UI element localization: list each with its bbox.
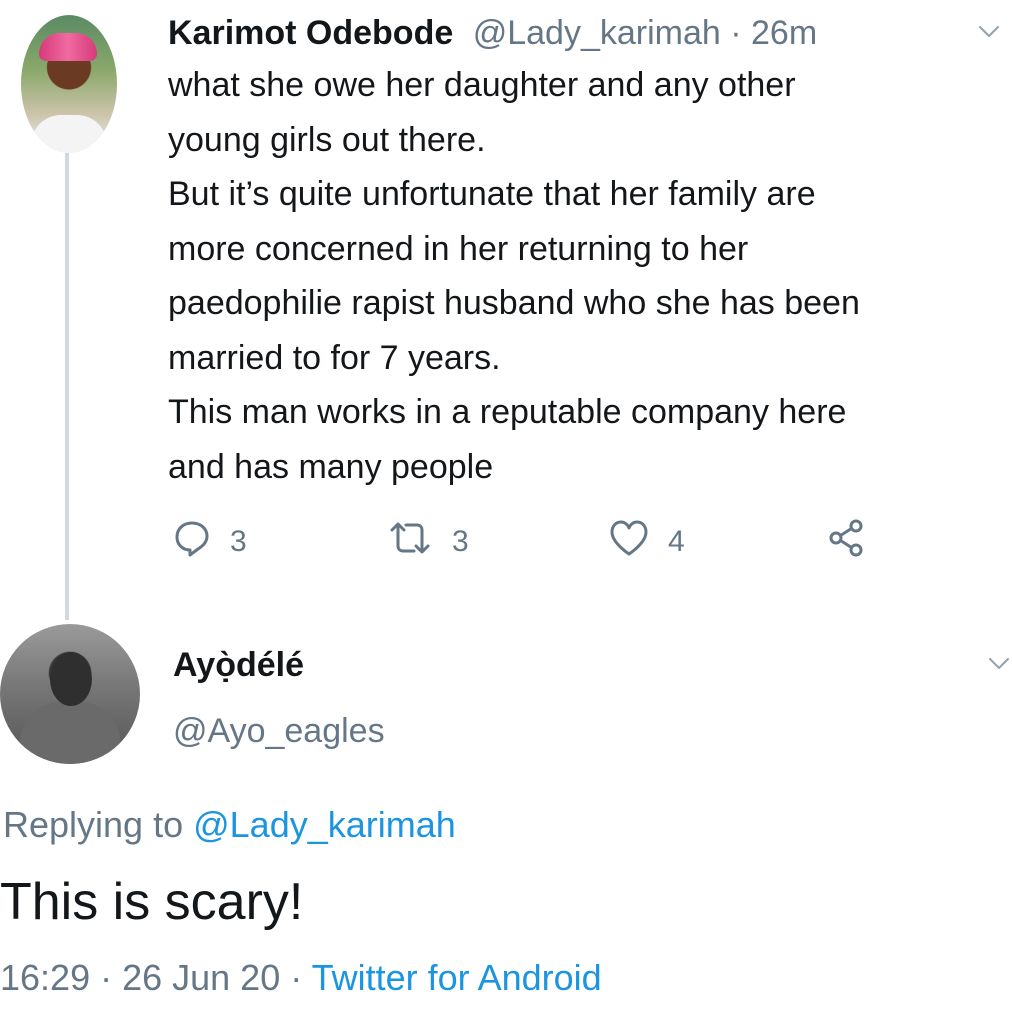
retweet-icon <box>386 518 434 566</box>
body-decoration <box>20 702 120 764</box>
chevron-down-icon[interactable] <box>988 652 1010 674</box>
share-icon <box>826 517 868 567</box>
tweet-line: what she owe her daughter and any other <box>168 66 796 104</box>
author-handle[interactable]: @Lady_karimah <box>473 14 721 52</box>
tweet-line: This man works in a reputable company he… <box>168 393 847 431</box>
tweet-line: young girls out there. <box>168 120 486 159</box>
like-count: 4 <box>668 525 685 558</box>
reply-icon <box>172 518 212 566</box>
tweet-meta: 16:29 · 26 Jun 20 · Twitter for Android <box>0 950 602 1006</box>
tweet-body: what she owe her daughter and any other … <box>168 58 1012 494</box>
tweet-line: married to for 7 years. <box>168 338 501 377</box>
tweet-line: more concerned in her returning to her <box>168 229 749 268</box>
timestamp[interactable]: 16:29 · 26 Jun 20 · <box>0 957 312 998</box>
replying-prefix: Replying to <box>3 804 194 845</box>
retweet-button[interactable]: 3 <box>386 518 469 566</box>
tweet-line: But it’s quite unfortunate that her fami… <box>168 175 816 213</box>
shirt-decoration <box>31 115 107 153</box>
author-handle[interactable]: @Ayo_eagles <box>173 706 385 756</box>
replying-to-link[interactable]: @Lady_karimah <box>193 804 456 845</box>
source-link[interactable]: Twitter for Android <box>312 957 602 998</box>
author-name[interactable]: Karimot Odebode <box>168 14 453 52</box>
tweet-line: and has many people <box>168 447 494 486</box>
avatar[interactable] <box>0 624 140 764</box>
tweet-text: This is scary! <box>0 873 304 931</box>
thread-line <box>65 150 69 620</box>
chevron-down-icon[interactable] <box>978 20 1000 42</box>
author-name[interactable]: Ayọ̀délé <box>173 640 304 690</box>
reply-count: 3 <box>230 525 247 558</box>
tweet-line: paedophilie rapist husband who she has b… <box>168 284 860 322</box>
headwrap-decoration <box>39 33 97 61</box>
heart-icon <box>608 518 650 566</box>
reply-button[interactable]: 3 <box>172 518 247 566</box>
head-decoration <box>50 652 92 706</box>
tweet-time[interactable]: 26m <box>751 14 817 52</box>
share-button[interactable] <box>826 518 868 566</box>
separator: · <box>720 14 751 52</box>
replying-to: Replying to @Lady_karimah <box>3 797 456 853</box>
tweet-header: Karimot Odebode @Lady_karimah · 26m <box>168 8 817 58</box>
avatar[interactable] <box>21 15 117 153</box>
like-button[interactable]: 4 <box>608 518 685 566</box>
retweet-count: 3 <box>452 525 469 558</box>
